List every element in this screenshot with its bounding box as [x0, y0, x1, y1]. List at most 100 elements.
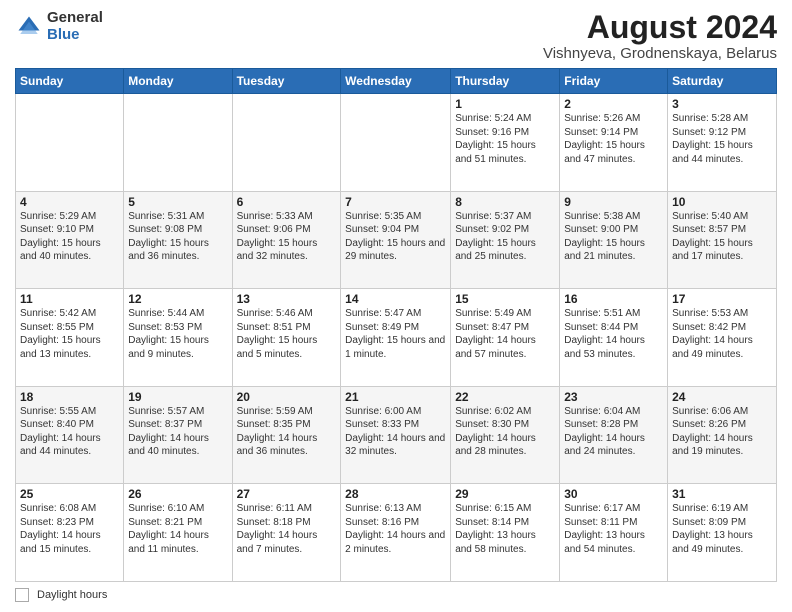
- day-info: Sunrise: 6:08 AM Sunset: 8:23 PM Dayligh…: [20, 502, 119, 556]
- day-number: 22: [455, 390, 555, 404]
- weekday-header-tuesday: Tuesday: [232, 69, 341, 94]
- weekday-header-monday: Monday: [124, 69, 232, 94]
- day-number: 27: [237, 487, 337, 501]
- title-block: August 2024 Vishnyeva, Grodnenskaya, Bel…: [543, 10, 777, 62]
- day-number: 13: [237, 292, 337, 306]
- calendar-cell: 16Sunrise: 5:51 AM Sunset: 8:44 PM Dayli…: [560, 289, 668, 387]
- weekday-header-row: SundayMondayTuesdayWednesdayThursdayFrid…: [16, 69, 777, 94]
- day-number: 11: [20, 292, 119, 306]
- day-info: Sunrise: 5:28 AM Sunset: 9:12 PM Dayligh…: [672, 112, 772, 166]
- day-info: Sunrise: 5:29 AM Sunset: 9:10 PM Dayligh…: [20, 210, 119, 264]
- logo-icon: [15, 13, 43, 41]
- calendar-cell: 7Sunrise: 5:35 AM Sunset: 9:04 PM Daylig…: [341, 191, 451, 289]
- day-info: Sunrise: 5:51 AM Sunset: 8:44 PM Dayligh…: [564, 307, 663, 361]
- calendar-cell: 24Sunrise: 6:06 AM Sunset: 8:26 PM Dayli…: [668, 386, 777, 484]
- day-number: 7: [345, 195, 446, 209]
- day-info: Sunrise: 5:57 AM Sunset: 8:37 PM Dayligh…: [128, 405, 227, 459]
- day-number: 21: [345, 390, 446, 404]
- calendar-cell: 10Sunrise: 5:40 AM Sunset: 8:57 PM Dayli…: [668, 191, 777, 289]
- calendar-cell: 28Sunrise: 6:13 AM Sunset: 8:16 PM Dayli…: [341, 484, 451, 582]
- calendar-cell: 19Sunrise: 5:57 AM Sunset: 8:37 PM Dayli…: [124, 386, 232, 484]
- calendar-week-2: 4Sunrise: 5:29 AM Sunset: 9:10 PM Daylig…: [16, 191, 777, 289]
- day-info: Sunrise: 6:15 AM Sunset: 8:14 PM Dayligh…: [455, 502, 555, 556]
- day-info: Sunrise: 5:49 AM Sunset: 8:47 PM Dayligh…: [455, 307, 555, 361]
- day-info: Sunrise: 5:35 AM Sunset: 9:04 PM Dayligh…: [345, 210, 446, 264]
- day-number: 4: [20, 195, 119, 209]
- day-number: 17: [672, 292, 772, 306]
- calendar-cell: 5Sunrise: 5:31 AM Sunset: 9:08 PM Daylig…: [124, 191, 232, 289]
- day-number: 16: [564, 292, 663, 306]
- calendar-cell: 27Sunrise: 6:11 AM Sunset: 8:18 PM Dayli…: [232, 484, 341, 582]
- day-number: 19: [128, 390, 227, 404]
- calendar-cell: 20Sunrise: 5:59 AM Sunset: 8:35 PM Dayli…: [232, 386, 341, 484]
- calendar-cell: [16, 94, 124, 192]
- weekday-header-friday: Friday: [560, 69, 668, 94]
- day-info: Sunrise: 6:10 AM Sunset: 8:21 PM Dayligh…: [128, 502, 227, 556]
- day-number: 6: [237, 195, 337, 209]
- day-info: Sunrise: 5:46 AM Sunset: 8:51 PM Dayligh…: [237, 307, 337, 361]
- calendar-cell: [124, 94, 232, 192]
- calendar-cell: 11Sunrise: 5:42 AM Sunset: 8:55 PM Dayli…: [16, 289, 124, 387]
- logo-general-text: General: [47, 10, 103, 27]
- daylight-label: Daylight hours: [37, 589, 107, 601]
- day-number: 31: [672, 487, 772, 501]
- day-number: 8: [455, 195, 555, 209]
- calendar-cell: 1Sunrise: 5:24 AM Sunset: 9:16 PM Daylig…: [451, 94, 560, 192]
- day-info: Sunrise: 5:33 AM Sunset: 9:06 PM Dayligh…: [237, 210, 337, 264]
- calendar-cell: 6Sunrise: 5:33 AM Sunset: 9:06 PM Daylig…: [232, 191, 341, 289]
- page-subtitle: Vishnyeva, Grodnenskaya, Belarus: [543, 45, 777, 62]
- day-number: 10: [672, 195, 772, 209]
- day-number: 26: [128, 487, 227, 501]
- weekday-header-wednesday: Wednesday: [341, 69, 451, 94]
- calendar-table: SundayMondayTuesdayWednesdayThursdayFrid…: [15, 68, 777, 582]
- calendar-cell: 2Sunrise: 5:26 AM Sunset: 9:14 PM Daylig…: [560, 94, 668, 192]
- day-info: Sunrise: 5:42 AM Sunset: 8:55 PM Dayligh…: [20, 307, 119, 361]
- day-info: Sunrise: 6:11 AM Sunset: 8:18 PM Dayligh…: [237, 502, 337, 556]
- day-info: Sunrise: 6:06 AM Sunset: 8:26 PM Dayligh…: [672, 405, 772, 459]
- calendar-week-5: 25Sunrise: 6:08 AM Sunset: 8:23 PM Dayli…: [16, 484, 777, 582]
- day-number: 23: [564, 390, 663, 404]
- calendar-cell: 22Sunrise: 6:02 AM Sunset: 8:30 PM Dayli…: [451, 386, 560, 484]
- calendar-cell: 26Sunrise: 6:10 AM Sunset: 8:21 PM Dayli…: [124, 484, 232, 582]
- day-number: 20: [237, 390, 337, 404]
- weekday-header-thursday: Thursday: [451, 69, 560, 94]
- weekday-header-sunday: Sunday: [16, 69, 124, 94]
- day-info: Sunrise: 5:38 AM Sunset: 9:00 PM Dayligh…: [564, 210, 663, 264]
- day-info: Sunrise: 6:19 AM Sunset: 8:09 PM Dayligh…: [672, 502, 772, 556]
- day-info: Sunrise: 5:53 AM Sunset: 8:42 PM Dayligh…: [672, 307, 772, 361]
- day-number: 5: [128, 195, 227, 209]
- calendar-cell: 3Sunrise: 5:28 AM Sunset: 9:12 PM Daylig…: [668, 94, 777, 192]
- day-number: 18: [20, 390, 119, 404]
- calendar-week-1: 1Sunrise: 5:24 AM Sunset: 9:16 PM Daylig…: [16, 94, 777, 192]
- page: General Blue August 2024 Vishnyeva, Grod…: [0, 0, 792, 612]
- day-info: Sunrise: 5:24 AM Sunset: 9:16 PM Dayligh…: [455, 112, 555, 166]
- calendar-cell: 21Sunrise: 6:00 AM Sunset: 8:33 PM Dayli…: [341, 386, 451, 484]
- day-info: Sunrise: 5:55 AM Sunset: 8:40 PM Dayligh…: [20, 405, 119, 459]
- day-number: 9: [564, 195, 663, 209]
- day-info: Sunrise: 6:04 AM Sunset: 8:28 PM Dayligh…: [564, 405, 663, 459]
- day-info: Sunrise: 5:37 AM Sunset: 9:02 PM Dayligh…: [455, 210, 555, 264]
- calendar-cell: [341, 94, 451, 192]
- day-info: Sunrise: 5:59 AM Sunset: 8:35 PM Dayligh…: [237, 405, 337, 459]
- calendar-cell: 31Sunrise: 6:19 AM Sunset: 8:09 PM Dayli…: [668, 484, 777, 582]
- day-number: 30: [564, 487, 663, 501]
- day-info: Sunrise: 5:44 AM Sunset: 8:53 PM Dayligh…: [128, 307, 227, 361]
- day-number: 1: [455, 97, 555, 111]
- day-info: Sunrise: 6:17 AM Sunset: 8:11 PM Dayligh…: [564, 502, 663, 556]
- calendar-cell: 17Sunrise: 5:53 AM Sunset: 8:42 PM Dayli…: [668, 289, 777, 387]
- day-info: Sunrise: 6:02 AM Sunset: 8:30 PM Dayligh…: [455, 405, 555, 459]
- day-info: Sunrise: 5:47 AM Sunset: 8:49 PM Dayligh…: [345, 307, 446, 361]
- day-info: Sunrise: 5:26 AM Sunset: 9:14 PM Dayligh…: [564, 112, 663, 166]
- calendar-cell: [232, 94, 341, 192]
- day-number: 3: [672, 97, 772, 111]
- day-info: Sunrise: 5:40 AM Sunset: 8:57 PM Dayligh…: [672, 210, 772, 264]
- calendar-cell: 14Sunrise: 5:47 AM Sunset: 8:49 PM Dayli…: [341, 289, 451, 387]
- day-number: 29: [455, 487, 555, 501]
- calendar-cell: 9Sunrise: 5:38 AM Sunset: 9:00 PM Daylig…: [560, 191, 668, 289]
- day-number: 12: [128, 292, 227, 306]
- day-number: 24: [672, 390, 772, 404]
- logo: General Blue: [15, 10, 103, 43]
- calendar-week-4: 18Sunrise: 5:55 AM Sunset: 8:40 PM Dayli…: [16, 386, 777, 484]
- calendar-cell: 13Sunrise: 5:46 AM Sunset: 8:51 PM Dayli…: [232, 289, 341, 387]
- day-number: 28: [345, 487, 446, 501]
